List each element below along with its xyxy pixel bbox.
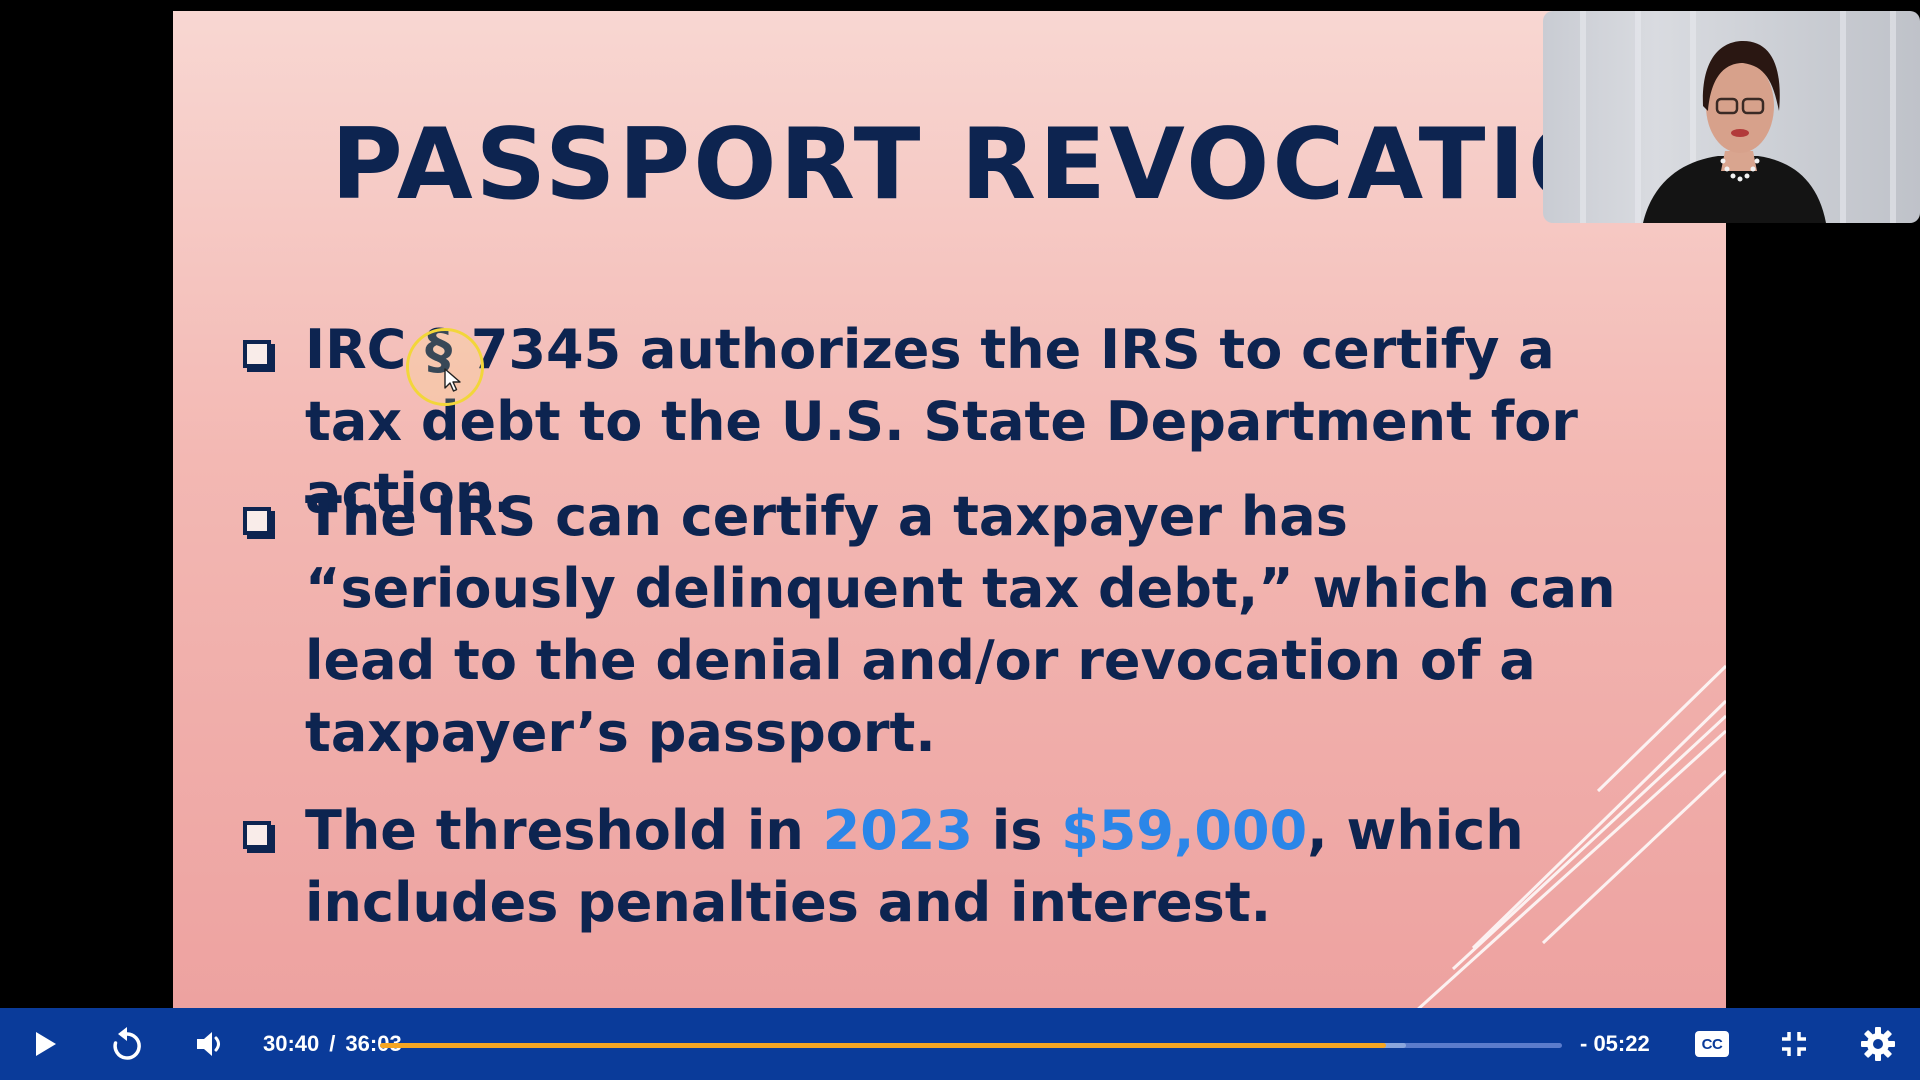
- replay-icon: [113, 1027, 141, 1060]
- exit-fullscreen-button[interactable]: [1770, 1008, 1818, 1080]
- bullet-text: The IRS can certify a taxpayer has “seri…: [305, 485, 1616, 764]
- exit-fullscreen-icon: [1782, 1032, 1806, 1056]
- bullet-text-middle: is: [972, 799, 1062, 862]
- closed-captions-button[interactable]: CC: [1690, 1008, 1734, 1080]
- bullet-text: The threshold in 2023 is $59,000, which …: [305, 795, 1665, 939]
- pointer-highlight-ring: [406, 328, 484, 406]
- presentation-slide: PASSPORT REVOCATIONS IRC § 7345 authoriz…: [173, 11, 1726, 1008]
- bullet-item: The threshold in 2023 is $59,000, which …: [243, 795, 1683, 939]
- remaining-time: - 05:22: [1580, 1031, 1650, 1056]
- progress-played: [380, 1043, 1386, 1048]
- volume-icon: [197, 1032, 220, 1056]
- checkbox-bullet-icon: [243, 340, 275, 372]
- presenter-silhouette-icon: [1580, 11, 1896, 223]
- volume-button[interactable]: [185, 1008, 235, 1080]
- cursor-icon: [444, 368, 461, 392]
- replay-button[interactable]: [100, 1008, 154, 1080]
- cc-icon: CC: [1695, 1031, 1729, 1057]
- play-icon: [36, 1032, 56, 1056]
- play-button[interactable]: [20, 1008, 70, 1080]
- slide-title: PASSPORT REVOCATIONS: [331, 108, 1726, 222]
- checkbox-bullet-icon: [243, 821, 275, 853]
- highlight-year: 2023: [822, 799, 973, 862]
- webcam-video[interactable]: [1543, 11, 1920, 223]
- gear-icon: [1861, 1027, 1895, 1061]
- checkbox-bullet-icon: [243, 507, 275, 539]
- settings-button[interactable]: [1853, 1008, 1903, 1080]
- progress-bar[interactable]: [380, 1043, 1562, 1048]
- time-separator: /: [329, 1031, 336, 1056]
- bullet-item: The IRS can certify a taxpayer has “seri…: [243, 481, 1683, 769]
- highlight-amount: $59,000: [1061, 799, 1308, 862]
- current-time: 30:40: [263, 1031, 320, 1056]
- bullet-text-before: The threshold in: [305, 799, 823, 862]
